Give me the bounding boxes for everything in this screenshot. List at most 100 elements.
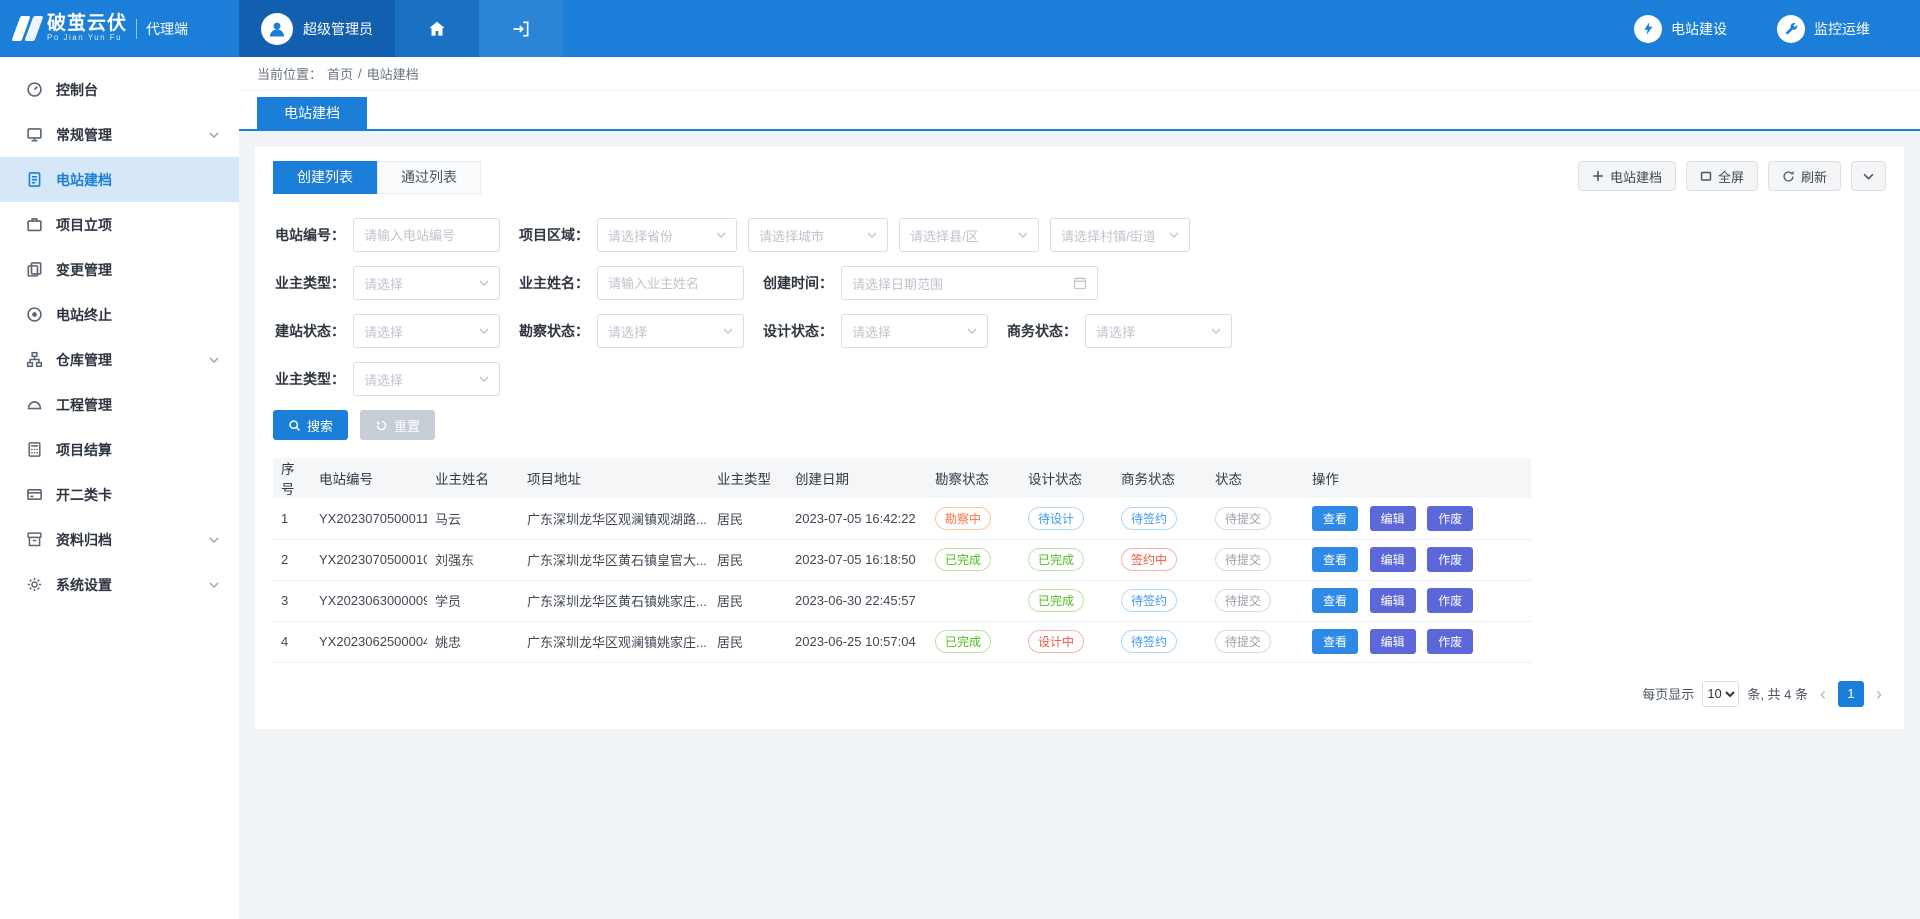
sidebar-item-label: 变更管理: [56, 260, 112, 280]
fullscreen-button[interactable]: 全屏: [1686, 161, 1758, 191]
card-icon: [26, 486, 43, 503]
edit-button[interactable]: 编辑: [1370, 588, 1416, 613]
sidebar-item-system-settings[interactable]: 系统设置: [0, 562, 239, 607]
status-badge: 待提交: [1215, 589, 1271, 612]
table-row: 2 YX2023070500010 刘强东 广东深圳龙华区黄石镇皇官大... 居…: [273, 539, 1531, 580]
station-no-input[interactable]: [353, 218, 500, 252]
tab-create-list[interactable]: 创建列表: [273, 161, 377, 194]
edit-button[interactable]: 编辑: [1370, 506, 1416, 531]
sidebar-item-station-terminate[interactable]: 电站终止: [0, 292, 239, 337]
cell-owner-type: 居民: [709, 539, 787, 580]
nav-monitor-ops[interactable]: 监控运维: [1777, 0, 1870, 57]
cell-survey-status: 已完成: [927, 621, 1020, 662]
filter-form: 电站编号： 项目区域： 请选择省份 请选择城市: [273, 218, 1886, 396]
sidebar-item-general-mgmt[interactable]: 常规管理: [0, 112, 239, 157]
build-status-label: 建站状态：: [273, 321, 345, 341]
sidebar-item-data-archive[interactable]: 资料归档: [0, 517, 239, 562]
cell-created: 2023-06-25 10:57:04: [787, 621, 927, 662]
collapse-button[interactable]: [1851, 161, 1886, 191]
sitemap-icon: [26, 351, 43, 368]
page-tab-station-filing[interactable]: 电站建档: [257, 97, 367, 129]
nav-station-build[interactable]: 电站建设: [1634, 0, 1727, 57]
status-badge: 已完成: [1028, 589, 1084, 612]
portal-label: 代理端: [146, 19, 188, 39]
district-placeholder: 请选择县/区: [910, 226, 979, 245]
brand[interactable]: 破茧云伏 Po Jian Yun Fu 代理端: [0, 0, 239, 57]
edit-button[interactable]: 编辑: [1370, 547, 1416, 572]
prev-page-button[interactable]: ‹: [1816, 685, 1830, 703]
filter-owner-type: 业主类型： 请选择: [273, 266, 500, 300]
monitor-icon: [26, 126, 43, 143]
sidebar-item-project-settlement[interactable]: 项目结算: [0, 427, 239, 472]
cell-index: 1: [273, 498, 311, 539]
owner-type-placeholder: 请选择: [364, 274, 403, 293]
refresh-button[interactable]: 刷新: [1768, 161, 1841, 191]
next-page-button[interactable]: ›: [1872, 685, 1886, 703]
province-select[interactable]: 请选择省份: [597, 218, 737, 252]
cell-index: 2: [273, 539, 311, 580]
owner-name-input[interactable]: [597, 266, 744, 300]
chevron-down-icon: [479, 280, 489, 286]
owner-type-select[interactable]: 请选择: [353, 266, 500, 300]
add-station-button[interactable]: 电站建档: [1578, 161, 1676, 191]
city-select[interactable]: 请选择城市: [748, 218, 888, 252]
col-address: 项目地址: [519, 458, 709, 498]
breadcrumb-home[interactable]: 首页: [327, 64, 353, 83]
filter-row-3: 建站状态： 请选择 勘察状态： 请选择 设计: [273, 314, 1886, 348]
cell-owner: 刘强东: [427, 539, 519, 580]
status-badge: 勘察中: [935, 507, 991, 530]
owner-type2-placeholder: 请选择: [364, 370, 403, 389]
brand-divider: [136, 19, 137, 39]
breadcrumb-current[interactable]: 电站建档: [367, 64, 419, 83]
survey-status-select[interactable]: 请选择: [597, 314, 744, 348]
edit-button[interactable]: 编辑: [1370, 629, 1416, 654]
build-status-select[interactable]: 请选择: [353, 314, 500, 348]
view-button[interactable]: 查看: [1312, 629, 1358, 654]
col-owner-type: 业主类型: [709, 458, 787, 498]
cell-actions: 查看 编辑 作废: [1304, 621, 1531, 662]
sidebar-item-class2-card[interactable]: 开二类卡: [0, 472, 239, 517]
business-status-placeholder: 请选择: [1096, 322, 1135, 341]
reset-button[interactable]: 重置: [360, 410, 435, 440]
helmet-icon: [26, 396, 43, 413]
search-button[interactable]: 搜索: [273, 410, 348, 440]
sidebar-item-project-initiation[interactable]: 项目立项: [0, 202, 239, 247]
sidebar-item-warehouse-mgmt[interactable]: 仓库管理: [0, 337, 239, 382]
business-status-select[interactable]: 请选择: [1085, 314, 1232, 348]
district-select[interactable]: 请选择县/区: [899, 218, 1039, 252]
design-status-select[interactable]: 请选择: [841, 314, 988, 348]
logout-button[interactable]: [479, 0, 563, 57]
date-range-picker[interactable]: 请选择日期范围: [841, 266, 1098, 300]
invalidate-button[interactable]: 作废: [1427, 629, 1473, 654]
status-badge: 待提交: [1215, 548, 1271, 571]
page-size-select[interactable]: 10: [1702, 681, 1739, 707]
dashboard-icon: [26, 81, 43, 98]
copy-icon: [26, 261, 43, 278]
tab-passed-list[interactable]: 通过列表: [377, 161, 481, 194]
sidebar: 控制台 常规管理 电站建档 项目立项 变更管理 电站终止 仓库管理 工程管理 项…: [0, 57, 239, 919]
sidebar-item-label: 项目结算: [56, 440, 112, 460]
invalidate-button[interactable]: 作废: [1427, 506, 1473, 531]
page-number-1[interactable]: 1: [1838, 681, 1864, 707]
view-button[interactable]: 查看: [1312, 588, 1358, 613]
sidebar-item-change-mgmt[interactable]: 变更管理: [0, 247, 239, 292]
owner-type2-select[interactable]: 请选择: [353, 362, 500, 396]
invalidate-button[interactable]: 作废: [1427, 588, 1473, 613]
fullscreen-icon: [1700, 170, 1712, 182]
filter-build-status: 建站状态： 请选择: [273, 314, 500, 348]
sidebar-item-station-filing[interactable]: 电站建档: [0, 157, 239, 202]
workarea: 创建列表 通过列表 电站建档 全屏 刷新: [239, 131, 1920, 919]
home-button[interactable]: [395, 0, 479, 57]
filter-design-status: 设计状态： 请选择: [761, 314, 988, 348]
town-select[interactable]: 请选择村镇/街道: [1050, 218, 1190, 252]
sidebar-item-console[interactable]: 控制台: [0, 67, 239, 112]
card-top: 创建列表 通过列表 电站建档 全屏 刷新: [273, 161, 1886, 194]
status-badge: 待提交: [1215, 507, 1271, 530]
view-button[interactable]: 查看: [1312, 547, 1358, 572]
cell-station-no: YX2023063000009: [311, 580, 427, 621]
invalidate-button[interactable]: 作废: [1427, 547, 1473, 572]
user-menu[interactable]: 超级管理员: [239, 0, 395, 57]
sidebar-item-engineering-mgmt[interactable]: 工程管理: [0, 382, 239, 427]
view-button[interactable]: 查看: [1312, 506, 1358, 531]
chevron-down-icon: [1863, 173, 1874, 180]
